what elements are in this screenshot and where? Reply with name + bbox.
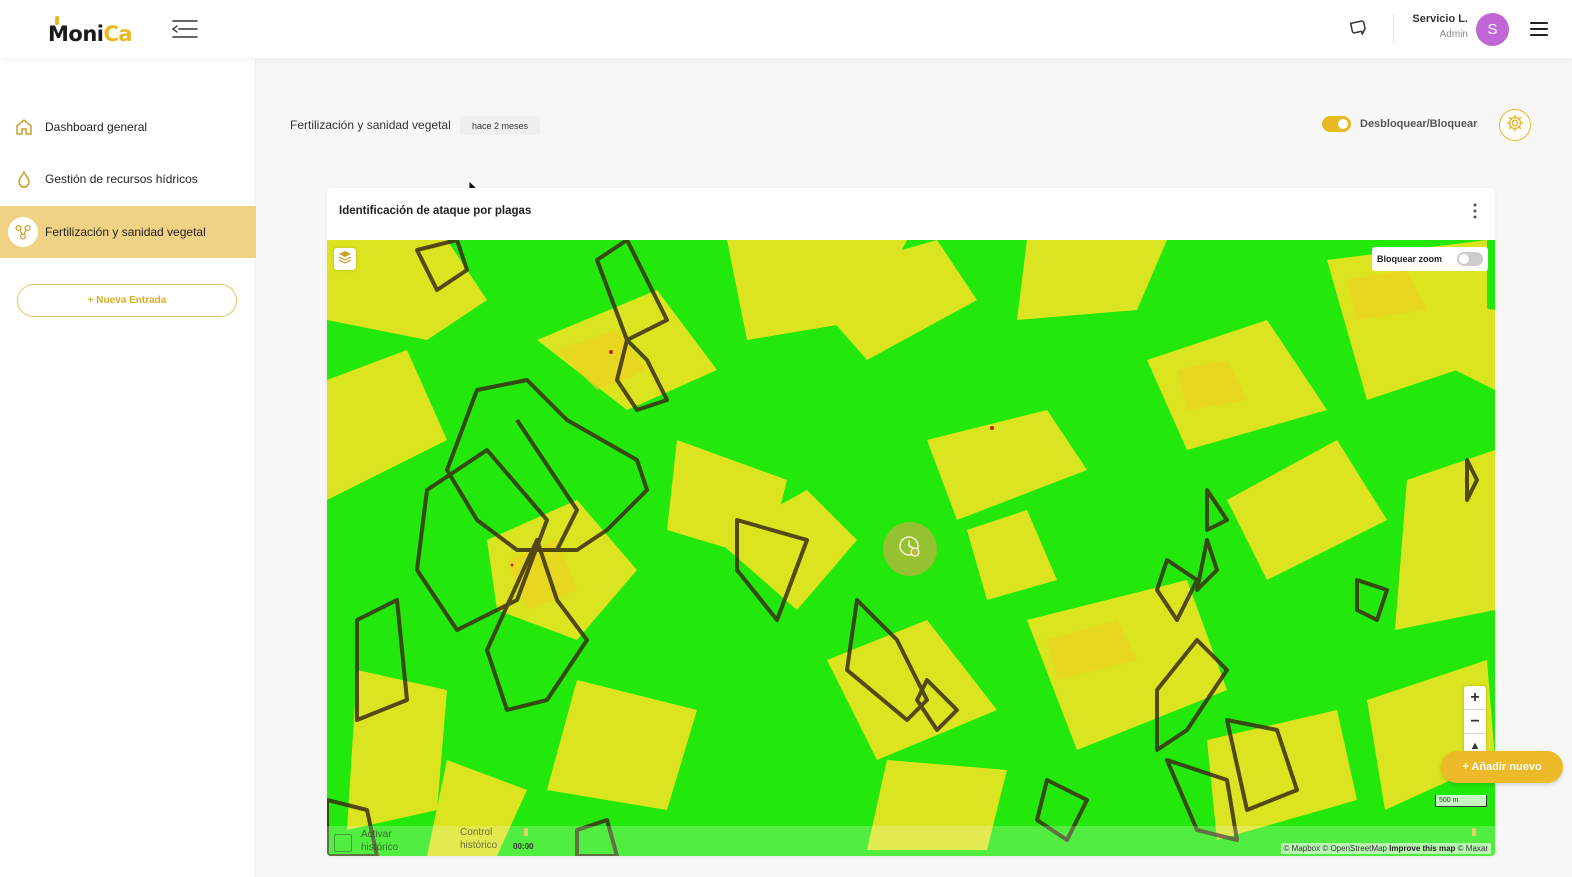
attribution-mapbox[interactable]: © Mapbox <box>1284 844 1321 853</box>
map-view[interactable]: Bloquear zoom + − ▲ 500 m Activar histór… <box>327 240 1495 856</box>
more-options-icon[interactable] <box>1467 201 1483 221</box>
collapse-sidebar-icon[interactable] <box>170 17 200 41</box>
sidebar-item-dashboard[interactable]: Dashboard general <box>0 101 256 153</box>
user-role: Admin <box>1439 29 1468 40</box>
history-timeline: Activar histórico Control histórico 00:0… <box>327 826 1495 856</box>
app-logo[interactable]: MoniCa <box>48 14 133 46</box>
water-drop-icon <box>11 165 37 193</box>
plant-nodes-icon <box>8 217 38 247</box>
zoom-lock-control: Bloquear zoom <box>1372 247 1488 271</box>
pest-attack-card: Identificación de ataque por plagas Bloq… <box>327 188 1495 856</box>
zoom-lock-toggle[interactable] <box>1457 252 1483 266</box>
lock-toggle[interactable] <box>1322 116 1351 132</box>
attribution-maxar[interactable]: © Maxar <box>1458 844 1488 853</box>
hamburger-menu-icon[interactable] <box>1528 19 1550 39</box>
improve-map-link[interactable]: Improve this map <box>1389 844 1455 853</box>
zoom-lock-label: Bloquear zoom <box>1377 254 1443 264</box>
sidebar: Dashboard general Gestión de recursos hí… <box>0 58 256 877</box>
sidebar-item-label: Fertilización y sanidad vegetal <box>45 225 206 239</box>
attribution-osm[interactable]: © OpenStreetMap <box>1322 844 1387 853</box>
layers-icon <box>338 250 352 269</box>
home-icon <box>11 113 37 141</box>
page-title: Fertilización y sanidad vegetal <box>290 118 451 132</box>
sidebar-item-water-resources[interactable]: Gestión de recursos hídricos <box>0 153 256 205</box>
map-scale: 500 m <box>1435 795 1487 807</box>
add-new-button[interactable]: + Añadir nuevo <box>1441 751 1563 783</box>
logo-text: MoniCa <box>48 16 133 46</box>
sidebar-item-fertilization[interactable]: Fertilización y sanidad vegetal <box>0 206 256 258</box>
lock-toggle-label: Desbloquear/Bloquear <box>1360 118 1478 130</box>
timeline-end-handle[interactable] <box>1472 828 1476 836</box>
layers-button[interactable] <box>334 248 356 270</box>
history-control-label: Control histórico <box>460 827 498 851</box>
gear-icon <box>1506 114 1524 137</box>
pest-location-icon <box>896 533 924 566</box>
zoom-in-button[interactable]: + <box>1464 686 1486 710</box>
sidebar-item-label: Dashboard general <box>45 120 148 134</box>
user-info[interactable]: Servicio L. Admin <box>1398 13 1468 40</box>
logo-leaf-icon <box>55 16 59 25</box>
timeline-start-handle[interactable] <box>524 828 528 836</box>
logo-main: Moni <box>48 22 104 46</box>
chat-icon[interactable] <box>1346 17 1370 41</box>
settings-button[interactable] <box>1499 109 1531 141</box>
activate-history-label: Activar histórico <box>361 829 399 853</box>
map-attribution: © Mapbox © OpenStreetMap Improve this ma… <box>1280 843 1491 854</box>
new-entry-button[interactable]: + Nueva Entrada <box>17 284 237 317</box>
top-bar: MoniCa Servicio L. Admin S <box>0 0 1572 58</box>
activate-history-checkbox[interactable] <box>334 834 352 852</box>
zoom-controls: + − ▲ <box>1464 686 1486 758</box>
updated-badge: hace 2 meses <box>460 116 541 135</box>
avatar[interactable]: S <box>1476 13 1509 46</box>
sidebar-item-label: Gestión de recursos hídricos <box>45 172 198 186</box>
logo-accent: Ca <box>103 22 133 46</box>
user-name: Servicio L. <box>1412 13 1468 25</box>
zoom-out-button[interactable]: − <box>1464 710 1486 734</box>
card-title: Identificación de ataque por plagas <box>339 205 532 217</box>
center-marker[interactable] <box>883 522 937 576</box>
timeline-time: 00:00 <box>513 842 534 851</box>
top-divider <box>1393 14 1394 44</box>
